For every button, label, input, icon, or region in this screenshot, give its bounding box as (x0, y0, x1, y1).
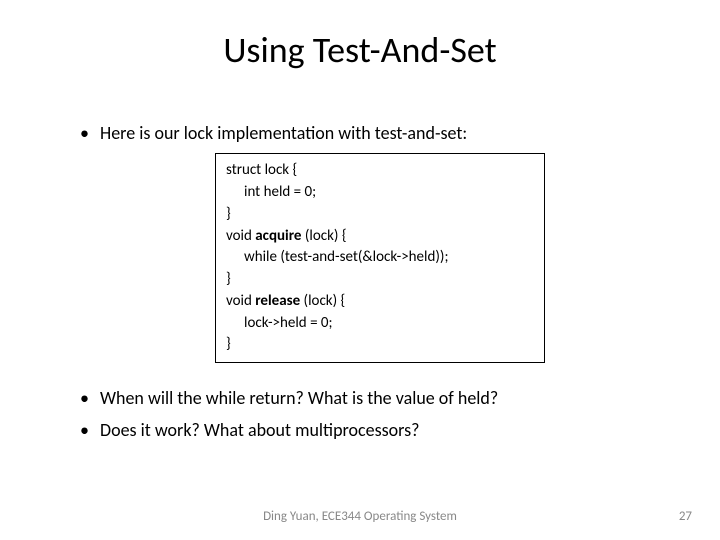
code-line-2: int held = 0; (226, 182, 534, 204)
code-box: struct lock { int held = 0; } void acqui… (215, 153, 545, 363)
code-line-6: } (226, 269, 534, 291)
bullet-q2: Does it work? What about multiprocessors… (80, 419, 660, 442)
bullet-list-top: Here is our lock implementation with tes… (60, 122, 660, 145)
code-line-5: while (test-and-set(&lock->held)); (226, 247, 534, 269)
code-line-4-tail: (lock) { (301, 227, 346, 245)
slide-title: Using Test-And-Set (60, 28, 660, 72)
footer-text: Ding Yuan, ECE344 Operating System (0, 509, 720, 524)
bullet-intro: Here is our lock implementation with tes… (80, 122, 660, 145)
page-number: 27 (679, 509, 692, 524)
slide: Using Test-And-Set Here is our lock impl… (0, 0, 720, 540)
bullet-list-bottom: When will the while return? What is the … (60, 387, 660, 442)
code-kw-void-2: void (226, 292, 255, 310)
code-line-8: lock->held = 0; (226, 313, 534, 335)
code-line-7-tail: (lock) { (300, 292, 345, 310)
code-line-7: void release (lock) { (226, 291, 534, 313)
code-line-1: struct lock { (226, 160, 534, 182)
code-fn-acquire: acquire (255, 227, 301, 245)
code-line-9: } (226, 334, 534, 356)
code-kw-void-1: void (226, 227, 255, 245)
bullet-q1: When will the while return? What is the … (80, 387, 660, 410)
code-line-4: void acquire (lock) { (226, 226, 534, 248)
code-fn-release: release (255, 292, 300, 310)
code-line-3: } (226, 204, 534, 226)
